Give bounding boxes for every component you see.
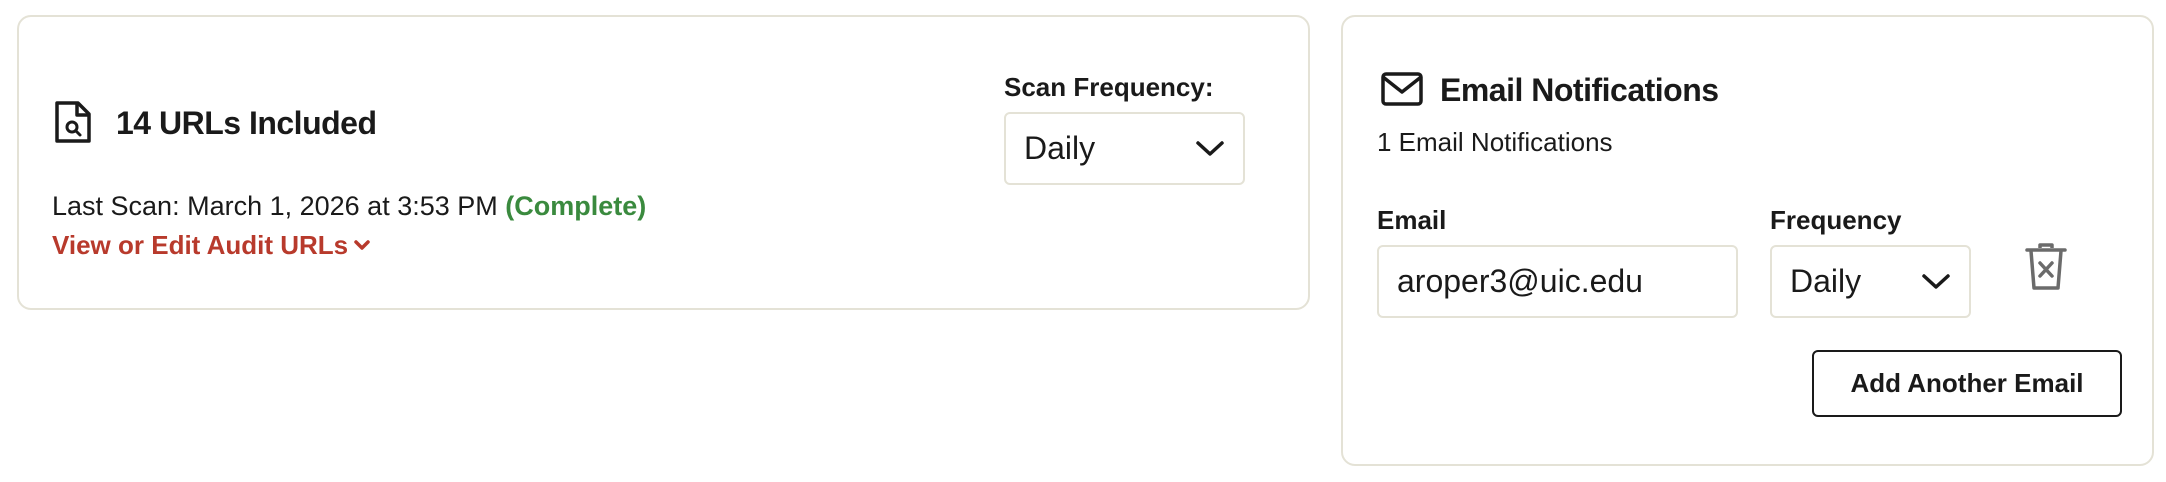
view-edit-audit-urls-link[interactable]: View or Edit Audit URLs [52, 230, 370, 261]
email-frequency-select[interactable]: Daily [1770, 245, 1971, 318]
email-notifications-card: Email Notifications 1 Email Notification… [1341, 15, 2154, 466]
scan-frequency-value: Daily [1024, 130, 1096, 166]
chevron-down-icon [1922, 273, 1950, 289]
view-edit-label: View or Edit Audit URLs [52, 230, 349, 260]
scan-status-badge: (Complete) [505, 191, 647, 221]
chevron-down-icon [1196, 140, 1224, 156]
document-search-icon [55, 101, 91, 143]
mail-icon [1381, 72, 1423, 106]
email-frequency-value: Daily [1790, 263, 1862, 299]
email-notifications-count: 1 Email Notifications [1377, 127, 1613, 157]
last-scan-text: Last Scan: March 1, 2026 at 3:53 PM (Com… [52, 191, 646, 222]
frequency-field-label: Frequency [1770, 205, 1902, 235]
scan-frequency-label: Scan Frequency: [1004, 72, 1214, 102]
urls-included-title: 14 URLs Included [116, 105, 377, 141]
scan-frequency-select[interactable]: Daily [1004, 112, 1245, 185]
add-another-email-button[interactable]: Add Another Email [1812, 350, 2122, 417]
last-scan-date: Last Scan: March 1, 2026 at 3:53 PM [52, 191, 506, 221]
email-field[interactable] [1377, 245, 1738, 318]
audit-summary-card: 14 URLs Included Last Scan: March 1, 202… [17, 15, 1310, 310]
email-field-label: Email [1377, 205, 1447, 235]
chevron-down-icon [354, 239, 370, 250]
email-notifications-title: Email Notifications [1440, 72, 1719, 108]
trash-icon[interactable] [2023, 242, 2069, 292]
